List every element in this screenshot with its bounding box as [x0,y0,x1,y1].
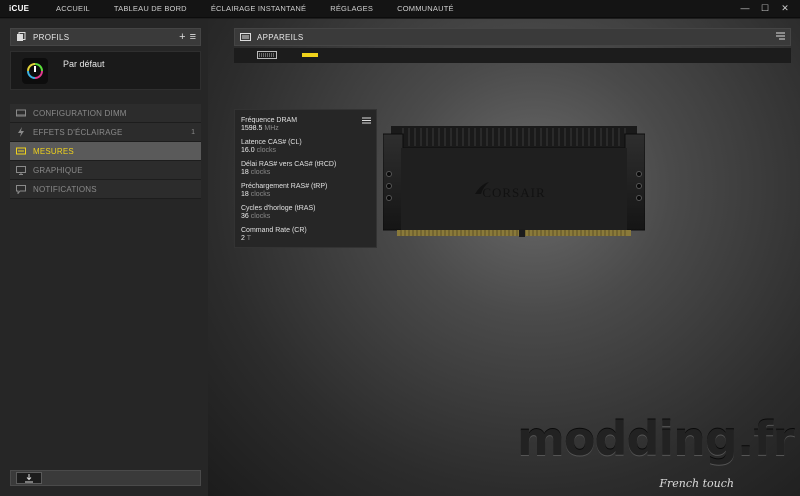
device-tab-keyboard[interactable] [257,51,277,59]
profiles-icon [15,31,27,43]
maximize-button[interactable]: ☐ [760,3,770,13]
menu-item-effets-eclairage[interactable]: EFFETS D'ÉCLAIRAGE 1 [10,123,201,142]
menu-label: GRAPHIQUE [33,165,83,175]
download-button[interactable] [16,472,42,484]
measure-value: 36 [241,213,249,220]
measure-value: 16.0 [241,147,255,154]
measure-name: Délai RAS# vers CAS# (tRCD) [241,161,337,168]
ram-brand-label: CORSAIR [482,185,545,200]
menu-label: NOTIFICATIONS [33,184,97,194]
ram-device-icon [302,53,318,57]
devices-header: APPAREILS [234,28,791,46]
nav-eclairage-instantane[interactable]: ÉCLAIRAGE INSTANTANÉ [211,4,306,13]
profile-default[interactable]: Par défaut [10,51,201,90]
download-icon [25,473,33,482]
title-bar: iCUE ACCUEIL TABLEAU DE BORD ÉCLAIRAGE I… [0,0,800,18]
main-area: APPAREILS Fréquence DRAM 1598.5 MHz Late… [208,19,800,496]
profiles-menu-button[interactable]: ≡ [190,31,196,43]
measure-name: Command Rate (CR) [241,227,307,234]
menu-label: EFFETS D'ÉCLAIRAGE [33,127,123,137]
measure-unit: clocks [250,169,271,176]
bottom-toolbar [10,470,201,486]
notification-icon [13,182,28,197]
window-controls: — ☐ ✕ [740,3,790,13]
measure-value: 1598.5 [241,125,263,132]
keyboard-device-icon [257,51,277,59]
measure-unit: MHz [264,125,279,132]
devices-title: APPAREILS [257,32,304,42]
nav-tableau-de-bord[interactable]: TABLEAU DE BORD [114,4,187,13]
measure-name: Fréquence DRAM [241,117,298,124]
measure-name: Latence CAS# (CL) [241,139,302,146]
menu-item-mesures[interactable]: MESURES [10,142,201,161]
menu-label: MESURES [33,146,74,156]
measure-dram-frequency: Fréquence DRAM 1598.5 MHz [241,117,297,133]
profiles-header: PROFILS + ≡ [10,28,201,46]
measure-unit: T [246,235,252,242]
close-button[interactable]: ✕ [780,3,790,13]
measure-command-rate: Command Rate (CR) 2 T [241,227,307,243]
measure-name: Préchargement RAS# (tRP) [241,183,328,190]
measure-unit: clocks [250,191,271,198]
minimize-button[interactable]: — [740,3,750,13]
device-menu: CONFIGURATION DIMM EFFETS D'ÉCLAIRAGE 1 … [10,104,201,199]
memory-icon [13,106,28,121]
watermark-tagline: French touch [659,477,734,490]
devices-menu-icon[interactable] [776,32,785,42]
measures-menu-icon[interactable] [362,116,371,126]
app-logo: iCUE [9,4,30,13]
device-tab-dram[interactable] [302,51,322,59]
profiles-actions: + ≡ [179,31,196,43]
measure-value: 18 [241,169,249,176]
measure-trp: Préchargement RAS# (tRP) 18 clocks [241,183,327,199]
measure-unit: clocks [256,147,277,154]
menu-label: CONFIGURATION DIMM [33,108,127,118]
gauge-icon [13,144,28,159]
add-profile-button[interactable]: + [179,31,185,43]
menu-item-configuration-dimm[interactable]: CONFIGURATION DIMM [10,104,201,123]
measure-name: Cycles d'horloge (tRAS) [241,205,316,212]
left-panel: PROFILS + ≡ Par défaut CONFIGURATION DIM… [0,19,208,496]
device-tabs [234,48,791,63]
nav-communaute[interactable]: COMMUNAUTÉ [397,4,454,13]
menu-count: 1 [191,128,195,136]
main-nav: ACCUEIL TABLEAU DE BORD ÉCLAIRAGE INSTAN… [47,4,478,13]
profile-name: Par défaut [63,59,105,69]
watermark-logo: modding.fr [516,412,795,466]
icue-profile-icon [22,58,48,84]
menu-item-graphique[interactable]: GRAPHIQUE [10,161,201,180]
nav-reglages[interactable]: RÉGLAGES [330,4,373,13]
profiles-title: PROFILS [33,32,70,42]
ram-module-image[interactable]: CORSAIR [382,126,646,242]
menu-item-notifications[interactable]: NOTIFICATIONS [10,180,201,199]
measure-trcd: Délai RAS# vers CAS# (tRCD) 18 clocks [241,161,336,177]
measures-panel: Fréquence DRAM 1598.5 MHz Latence CAS# (… [234,109,377,248]
measure-tras: Cycles d'horloge (tRAS) 36 clocks [241,205,315,221]
measure-value: 2 [241,235,245,242]
lightning-icon [13,125,28,140]
chart-icon [13,163,28,178]
measure-unit: clocks [250,213,271,220]
measure-cas-latency: Latence CAS# (CL) 16.0 clocks [241,139,302,155]
nav-accueil[interactable]: ACCUEIL [56,4,90,13]
keyboard-icon [240,33,251,41]
measure-value: 18 [241,191,249,198]
